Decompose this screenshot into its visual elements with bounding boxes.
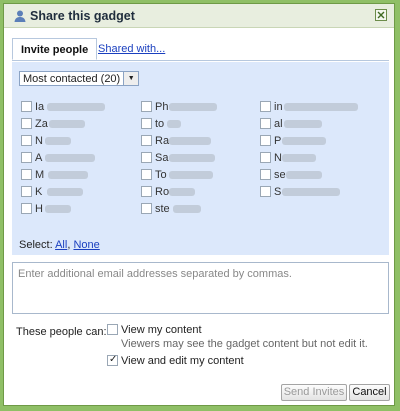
tab-shared-with[interactable]: Shared with... [98,43,165,55]
edit-permission-label: View and edit my content [121,355,244,367]
share-people-icon [14,10,26,22]
contact-name: K [35,186,43,198]
permissions-label: These people can: [16,326,107,338]
contact-checkbox[interactable] [260,186,271,197]
contact-checkbox[interactable] [260,152,271,163]
contact-checkbox[interactable] [141,135,152,146]
contact-name: ste [155,203,170,215]
contact-checkbox[interactable] [21,135,32,146]
contacts-panel: Most contacted (20) ▼ Ia Za N A M K H Ph… [12,62,389,255]
contact-name: N [274,152,282,164]
edit-permission-checkbox[interactable] [107,353,118,367]
contact-checkbox[interactable] [21,203,32,214]
contact-name: S [274,186,282,198]
contact-name: Ro [155,186,170,198]
contact-name: To [155,169,167,181]
email-addresses-input[interactable]: Enter additional email addresses separat… [12,262,389,314]
select-none-link[interactable]: None [73,239,99,251]
email-addresses-placeholder: Enter additional email addresses separat… [18,268,292,280]
dialog-title: Share this gadget [30,9,135,23]
contact-name: al [274,118,283,130]
tab-invite-people[interactable]: Invite people [12,38,98,60]
contact-checkbox[interactable] [141,203,152,214]
contact-checkbox[interactable] [141,152,152,163]
dialog-titlebar: Share this gadget [4,4,394,28]
contact-name: H [35,203,43,215]
contact-checkbox[interactable] [260,118,271,129]
contact-checkbox[interactable] [21,186,32,197]
contact-name: Ph [155,101,169,113]
send-invites-button[interactable]: Send Invites [281,384,347,401]
contact-name: P [274,135,282,147]
close-icon[interactable] [375,9,387,21]
contact-name: in [274,101,283,113]
contact-checkbox[interactable] [141,118,152,129]
contact-name: Za [35,118,48,130]
contact-checkbox[interactable] [260,135,271,146]
contact-name: N [35,135,43,147]
contact-name: se [274,169,286,181]
contact-checkbox[interactable] [141,186,152,197]
contact-checkbox[interactable] [260,101,271,112]
contact-checkbox[interactable] [21,169,32,180]
contact-checkbox[interactable] [141,101,152,112]
contact-name: to [155,118,165,130]
contact-name: Ia [35,101,45,113]
contact-name: Sa [155,152,169,164]
tab-bar: Invite people Shared with... [12,38,389,61]
chevron-down-icon[interactable]: ▼ [123,72,139,85]
contacts-filter-select[interactable]: Most contacted (20) ▼ [19,71,140,86]
select-label: Select: [19,239,53,251]
contacts-filter-value: Most contacted (20) [23,73,121,85]
select-controls: Select: All, None [19,239,100,251]
contact-checkbox[interactable] [21,118,32,129]
contact-checkbox[interactable] [260,169,271,180]
contact-name: A [35,152,43,164]
contact-checkbox[interactable] [141,169,152,180]
contact-name: Ra [155,135,170,147]
cancel-button[interactable]: Cancel [349,384,390,401]
contact-name: M [35,169,45,181]
view-permission-label: View my content [121,324,202,336]
share-gadget-dialog: Share this gadget Invite people Shared w… [3,3,395,406]
select-all-link[interactable]: All [55,239,67,251]
contact-checkbox[interactable] [21,101,32,112]
view-permission-note: Viewers may see the gadget content but n… [121,338,368,350]
contact-checkbox[interactable] [21,152,32,163]
view-permission-checkbox[interactable] [107,324,118,335]
